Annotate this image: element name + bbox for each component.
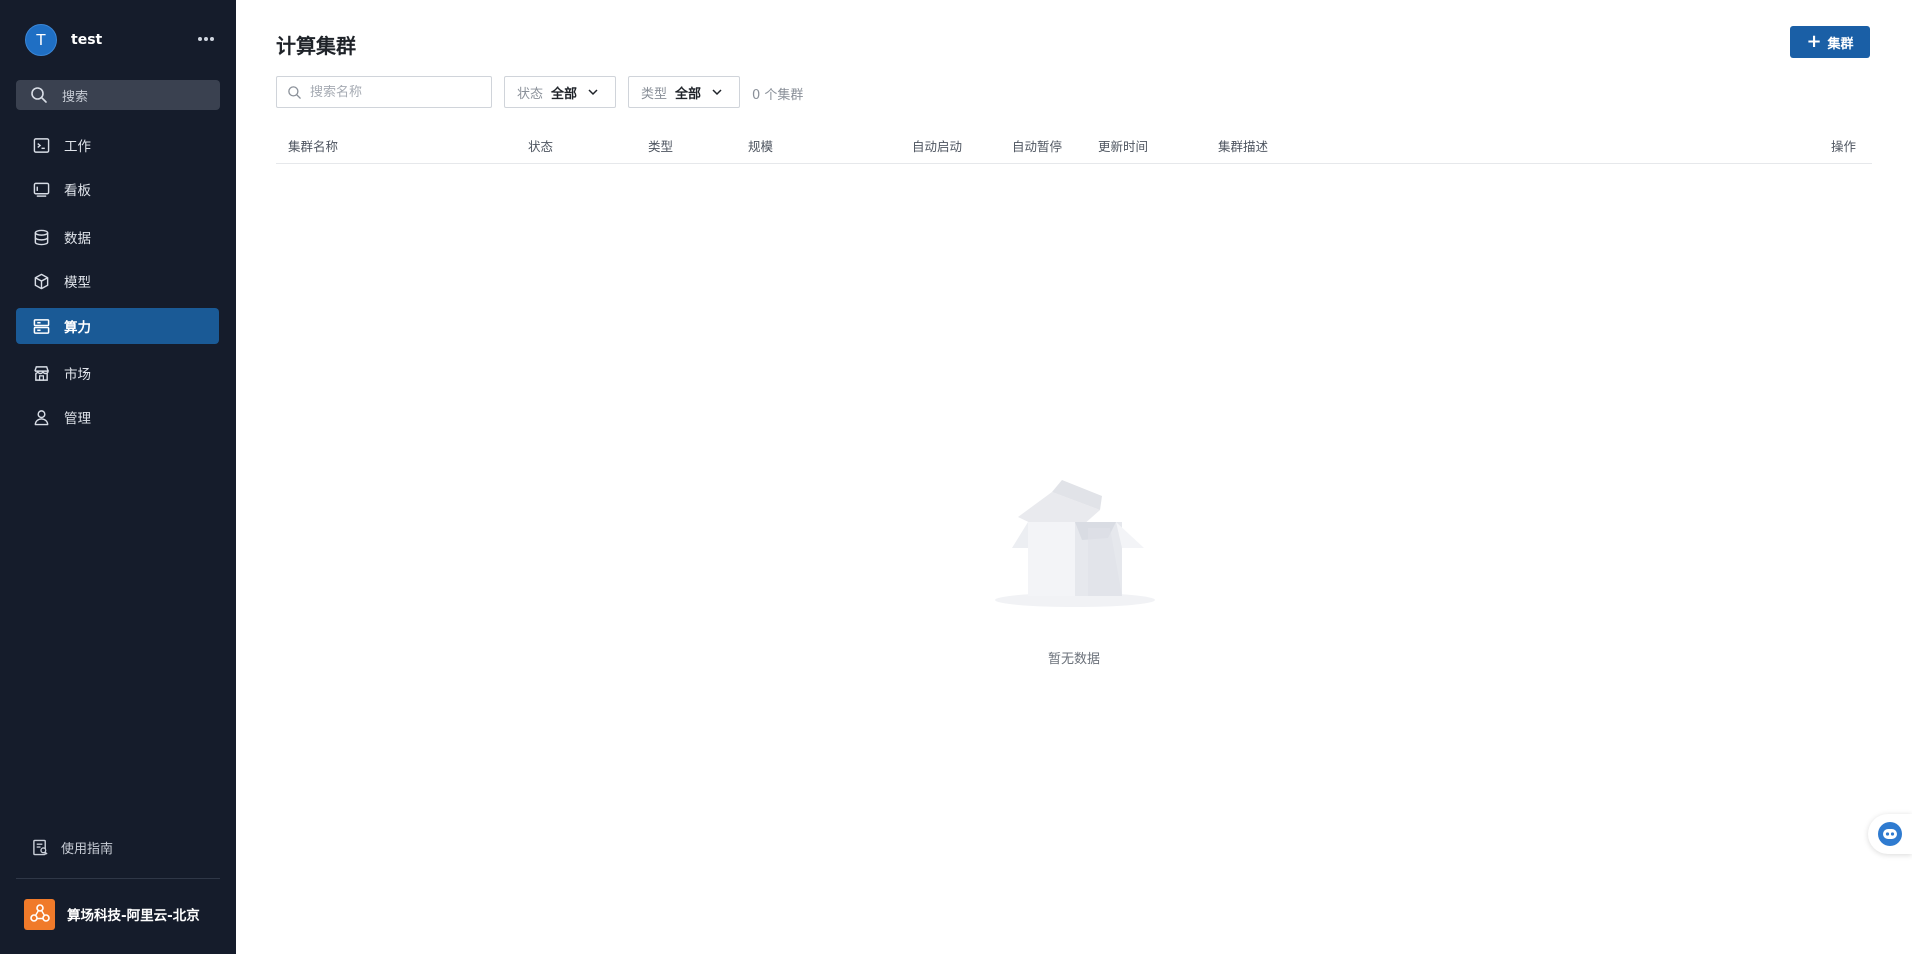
database-icon (34, 229, 48, 245)
type-filter-value: 全部 (675, 86, 702, 102)
chat-bot-icon (1878, 822, 1902, 846)
column-header-name: 集群名称 (288, 139, 339, 154)
sidebar-item-dashboard[interactable]: 看板 (16, 171, 219, 207)
chevron-down-icon (588, 89, 598, 96)
avatar[interactable]: T (25, 24, 57, 56)
column-header-auto-pause: 自动暂停 (1012, 139, 1063, 154)
organization-name: 算场科技-阿里云-北京 (67, 908, 200, 924)
sidebar-divider (16, 878, 220, 879)
sidebar-item-label: 数据 (64, 231, 91, 247)
sidebar-search[interactable]: 搜索 (16, 80, 220, 110)
page-title: 计算集群 (276, 34, 356, 58)
username: test (71, 32, 103, 48)
sidebar-item-compute[interactable]: 算力 (16, 308, 219, 344)
column-header-status: 状态 (528, 139, 554, 154)
sidebar-item-label: 算力 (64, 320, 91, 336)
main-content: 计算集群 + 集群 状态 全部 类型 全部 0 个集群 集群名称 状态 类型 规… (236, 0, 1912, 954)
type-filter-key: 类型 (641, 86, 668, 102)
column-header-scale: 规模 (748, 139, 774, 154)
guide-icon (33, 839, 48, 855)
sidebar: T test 搜索 工作 看板 数据 模型 算力 市场 管理 使用指南 算场科技… (0, 0, 236, 954)
search-icon (288, 85, 301, 99)
cube-icon (34, 273, 48, 289)
cluster-count: 0 个集群 (752, 88, 804, 103)
terminal-icon (33, 137, 49, 153)
search-field[interactable] (276, 76, 492, 108)
sidebar-item-label: 看板 (64, 183, 91, 199)
table-header: 集群名称 状态 类型 规模 自动启动 自动暂停 更新时间 集群描述 操作 (276, 128, 1872, 164)
sidebar-item-model[interactable]: 模型 (16, 263, 219, 299)
sidebar-item-work[interactable]: 工作 (16, 127, 219, 163)
sidebar-item-label: 管理 (64, 411, 91, 427)
sidebar-item-label: 市场 (64, 367, 91, 383)
more-options-icon[interactable] (197, 30, 215, 46)
status-filter-value: 全部 (551, 86, 578, 102)
sidebar-item-admin[interactable]: 管理 (16, 399, 219, 435)
column-header-updated-time: 更新时间 (1098, 139, 1149, 154)
sidebar-item-label: 模型 (64, 275, 91, 291)
organization-switcher[interactable]: 算场科技-阿里云-北京 (24, 898, 224, 930)
organization-logo-icon (24, 898, 55, 930)
column-header-type: 类型 (648, 139, 674, 154)
chevron-down-icon (712, 89, 722, 96)
status-filter-key: 状态 (517, 86, 544, 102)
empty-state-text: 暂无数据 (1047, 652, 1100, 667)
user-guide-link[interactable]: 使用指南 (16, 830, 219, 864)
empty-box-illustration (995, 480, 1155, 607)
sidebar-item-label: 工作 (64, 139, 91, 155)
column-header-actions: 操作 (1831, 139, 1857, 154)
server-icon (33, 318, 49, 334)
search-icon (31, 87, 47, 103)
plus-icon: + (1806, 31, 1822, 52)
status-filter-dropdown[interactable]: 状态 全部 (504, 76, 616, 108)
user-icon (34, 409, 48, 425)
column-header-description: 集群描述 (1218, 139, 1269, 154)
user-guide-label: 使用指南 (61, 841, 114, 857)
chat-support-button[interactable] (1868, 814, 1912, 854)
sidebar-item-data[interactable]: 数据 (16, 219, 219, 255)
column-header-auto-start: 自动启动 (912, 139, 963, 154)
sidebar-search-label: 搜索 (62, 89, 89, 105)
type-filter-dropdown[interactable]: 类型 全部 (628, 76, 740, 108)
add-cluster-button[interactable]: + 集群 (1790, 26, 1870, 58)
store-icon (33, 365, 49, 381)
sidebar-item-market[interactable]: 市场 (16, 355, 219, 391)
add-cluster-label: 集群 (1827, 36, 1854, 52)
dashboard-icon (33, 182, 49, 197)
search-input[interactable] (310, 84, 480, 100)
user-row[interactable]: T test (25, 24, 215, 56)
